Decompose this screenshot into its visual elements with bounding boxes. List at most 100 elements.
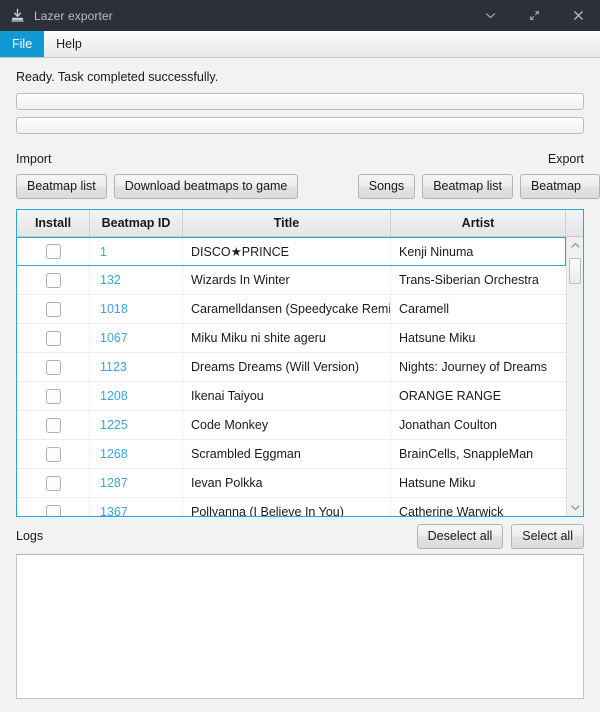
minimize-button[interactable] (468, 0, 512, 31)
scroll-down-button[interactable] (567, 499, 583, 516)
table-body-area: 1 DISCO★PRINCE Kenji Ninuma 132 Wizards In W… (17, 237, 583, 516)
deselect-all-button[interactable]: Deselect all (416, 523, 504, 549)
export-label: Export (547, 152, 584, 166)
export-beatmap-list-button[interactable]: Beatmap list (422, 174, 513, 199)
progress-bar-primary (16, 93, 584, 110)
title-cell: Scrambled Eggman (183, 440, 391, 468)
import-label: Import (16, 152, 52, 166)
select-all-button[interactable]: Select all (511, 523, 584, 549)
window-controls (468, 0, 600, 31)
beatmap-id-cell: 1268 (90, 440, 183, 468)
title-cell: Miku Miku ni shite ageru (183, 324, 391, 352)
install-checkbox[interactable] (45, 417, 61, 433)
table-row[interactable]: 1018 Caramelldansen (Speedycake Remix) Car… (17, 295, 566, 324)
title-cell: Caramelldansen (Speedycake Remix) (183, 295, 391, 323)
logs-header-row: Logs Deselect all Select all (16, 523, 584, 549)
artist-cell: Hatsune Miku (399, 331, 476, 345)
table-row[interactable]: 132 Wizards In Winter Trans-Siberian Orche… (17, 266, 566, 295)
export-songs-button[interactable]: Songs (357, 174, 416, 199)
table-scrollbar[interactable] (566, 237, 583, 516)
import-buttons: Beatmap list Download beatmaps to game (16, 174, 299, 199)
maximize-button[interactable] (512, 0, 556, 31)
install-checkbox[interactable] (45, 244, 61, 259)
table-row[interactable]: 1287 Ievan Polkka Hatsune Miku (17, 469, 566, 498)
application-window: Lazer exporter File Help Ready. Task com… (0, 0, 600, 712)
title-cell: Code Monkey (183, 411, 391, 439)
title-cell: Pollyanna (I Believe In You) (183, 498, 391, 516)
close-button[interactable] (556, 0, 600, 31)
install-checkbox[interactable] (45, 330, 61, 346)
column-header-spacer (566, 210, 583, 236)
title-cell: Dreams Dreams (Will Version) (183, 353, 391, 381)
beatmap-id-cell: 1067 (90, 324, 183, 352)
install-checkbox[interactable] (45, 301, 61, 317)
install-checkbox[interactable] (45, 388, 61, 404)
menu-item-file-label: File (12, 37, 33, 51)
title-cell: Wizards In Winter (183, 266, 391, 294)
menu-item-help[interactable]: Help (44, 31, 94, 57)
menu-item-help-label: Help (56, 37, 82, 51)
export-beatmap-button[interactable]: Beatmap (519, 174, 600, 199)
install-checkbox[interactable] (45, 504, 61, 516)
title-cell: Ievan Polkka (183, 469, 391, 497)
install-checkbox[interactable] (45, 446, 61, 462)
export-buttons: Songs Beatmap list Beatmap (357, 174, 600, 199)
scroll-thumb[interactable] (569, 258, 581, 284)
table-row[interactable]: 1123 Dreams Dreams (Will Version) Nights: … (17, 353, 566, 382)
logs-textarea[interactable] (16, 554, 584, 699)
import-beatmap-list-button[interactable]: Beatmap list (16, 174, 107, 199)
progress-bar-secondary (16, 117, 584, 134)
install-checkbox[interactable] (45, 272, 61, 288)
artist-cell: ORANGE RANGE (399, 389, 502, 403)
install-cell (17, 498, 90, 516)
install-checkbox[interactable] (45, 359, 61, 375)
install-cell (17, 266, 90, 294)
menu-bar: File Help (0, 31, 600, 58)
column-header-artist[interactable]: Artist (391, 210, 566, 236)
menu-item-file[interactable]: File (0, 31, 45, 57)
install-cell (17, 295, 90, 323)
column-header-install[interactable]: Install (17, 210, 90, 236)
title-cell: DISCO★PRINCE (183, 238, 391, 265)
install-cell (17, 324, 90, 352)
title-bar: Lazer exporter (0, 0, 600, 31)
column-header-beatmap-id[interactable]: Beatmap ID (90, 210, 183, 236)
download-beatmaps-to-game-button[interactable]: Download beatmaps to game (113, 174, 299, 199)
beatmap-id-cell: 1018 (90, 295, 183, 323)
install-checkbox[interactable] (45, 475, 61, 491)
table-header-row: Install Beatmap ID Title Artist (17, 210, 583, 237)
beatmap-id-cell: 1123 (90, 353, 183, 381)
table-row[interactable]: 1067 Miku Miku ni shite ageru Hatsune Miku (17, 324, 566, 353)
beatmap-table: Install Beatmap ID Title Artist 1 DISCO★P… (16, 209, 584, 517)
table-row[interactable]: 1 DISCO★PRINCE Kenji Ninuma (17, 237, 566, 266)
install-cell (17, 411, 90, 439)
install-cell (17, 238, 90, 265)
logs-label: Logs (16, 529, 44, 543)
title-cell: Ikenai Taiyou (183, 382, 391, 410)
table-body: 1 DISCO★PRINCE Kenji Ninuma 132 Wizards In W… (17, 237, 566, 516)
beatmap-id-cell: 1287 (90, 469, 183, 497)
install-cell (17, 469, 90, 497)
status-text: Ready. Task completed successfully. (16, 70, 219, 84)
table-row[interactable]: 1208 Ikenai Taiyou ORANGE RANGE (17, 382, 566, 411)
table-row[interactable]: 1268 Scrambled Eggman BrainCells, SnappleM… (17, 440, 566, 469)
artist-cell: Jonathan Coulton (399, 418, 497, 432)
beatmap-id-cell: 1225 (90, 411, 183, 439)
beatmap-id-cell: 1367 (90, 498, 183, 516)
artist-cell: Kenji Ninuma (399, 244, 474, 259)
artist-cell: BrainCells, SnappleMan (399, 447, 534, 461)
install-cell (17, 353, 90, 381)
scroll-up-button[interactable] (567, 237, 583, 254)
artist-cell: Trans-Siberian Orchestra (399, 273, 539, 287)
app-export-icon (9, 8, 25, 24)
table-row[interactable]: 1225 Code Monkey Jonathan Coulton (17, 411, 566, 440)
install-cell (17, 382, 90, 410)
scroll-track[interactable] (567, 254, 583, 499)
selection-buttons: Deselect all Select all (416, 523, 584, 549)
artist-cell: Hatsune Miku (399, 476, 476, 490)
window-title: Lazer exporter (34, 8, 113, 23)
io-button-row: Beatmap list Download beatmaps to game S… (16, 174, 600, 199)
table-row[interactable]: 1367 Pollyanna (I Believe In You) Catherin… (17, 498, 566, 516)
column-header-title[interactable]: Title (183, 210, 391, 236)
main-content: Ready. Task completed successfully. Impo… (0, 58, 600, 712)
